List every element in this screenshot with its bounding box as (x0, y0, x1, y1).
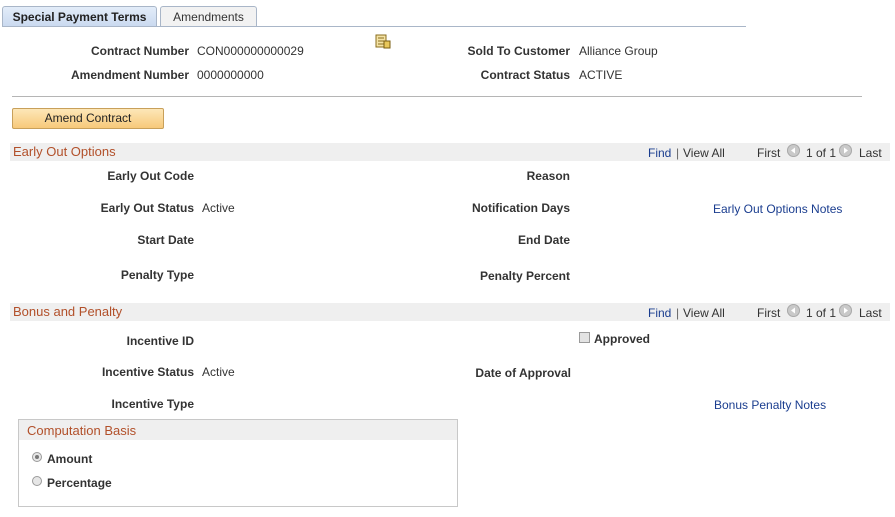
amendment-number-value: 0000000000 (197, 68, 264, 82)
document-list-icon[interactable] (375, 34, 391, 52)
early-out-status-label: Early Out Status (100, 201, 194, 215)
bonus-penalty-title: Bonus and Penalty (13, 304, 123, 319)
start-date-label: Start Date (137, 233, 194, 247)
previous-arrow-icon[interactable] (787, 144, 800, 157)
sold-to-customer-label: Sold To Customer (467, 44, 570, 58)
date-of-approval-label: Date of Approval (475, 366, 571, 380)
penalty-type-label: Penalty Type (120, 268, 194, 282)
header-divider (12, 96, 862, 97)
tab-amendments[interactable]: Amendments (160, 6, 257, 27)
amount-label: Amount (47, 452, 93, 466)
early-out-find-link[interactable]: Find (648, 146, 671, 160)
sold-to-customer-value: Alliance Group (579, 44, 658, 58)
bonus-count: 1 of 1 (806, 306, 837, 320)
next-arrow-icon[interactable] (839, 144, 852, 157)
computation-basis-title: Computation Basis (27, 423, 137, 438)
reason-label: Reason (526, 169, 570, 183)
contract-number-label: Contract Number (90, 44, 189, 58)
penalty-percent-label: Penalty Percent (479, 269, 570, 283)
bonus-penalty-notes-link[interactable]: Bonus Penalty Notes (714, 398, 826, 412)
incentive-type-label: Incentive Type (111, 397, 194, 411)
amendment-number-label: Amendment Number (70, 68, 189, 82)
early-out-options-notes-link[interactable]: Early Out Options Notes (713, 202, 842, 216)
approved-label: Approved (594, 332, 651, 346)
computation-basis-group: Computation Basis Amount Percentage (18, 419, 458, 507)
incentive-status-value: Active (202, 365, 235, 379)
end-date-label: End Date (517, 233, 570, 247)
percentage-label: Percentage (47, 476, 112, 490)
early-out-code-label: Early Out Code (107, 169, 194, 183)
amend-contract-button[interactable]: Amend Contract (12, 108, 164, 129)
percentage-radio[interactable] (32, 476, 42, 486)
bonus-view-all-link[interactable]: View All (683, 306, 725, 320)
nav-separator: | (676, 146, 680, 160)
bonus-last-label[interactable]: Last (859, 306, 882, 320)
bonus-first-label[interactable]: First (757, 306, 780, 320)
next-arrow-icon[interactable] (839, 304, 852, 317)
contract-status-value: ACTIVE (579, 68, 623, 82)
contract-status-label: Contract Status (480, 68, 570, 82)
tab-special-payment-terms[interactable]: Special Payment Terms (2, 6, 157, 27)
incentive-id-label: Incentive ID (126, 334, 194, 348)
approved-checkbox[interactable] (579, 332, 590, 343)
notification-days-label: Notification Days (471, 201, 570, 215)
early-out-count: 1 of 1 (806, 146, 837, 160)
early-out-view-all-link[interactable]: View All (683, 146, 725, 160)
nav-separator: | (676, 306, 680, 320)
early-out-status-value: Active (202, 201, 235, 215)
bonus-find-link[interactable]: Find (648, 306, 671, 320)
contract-number-value: CON000000000029 (197, 44, 304, 58)
incentive-status-label: Incentive Status (101, 365, 194, 379)
previous-arrow-icon[interactable] (787, 304, 800, 317)
early-out-first-label[interactable]: First (757, 146, 780, 160)
early-out-last-label[interactable]: Last (859, 146, 882, 160)
amount-radio[interactable] (32, 452, 42, 462)
tab-divider (2, 26, 746, 27)
early-out-options-title: Early Out Options (13, 144, 116, 159)
